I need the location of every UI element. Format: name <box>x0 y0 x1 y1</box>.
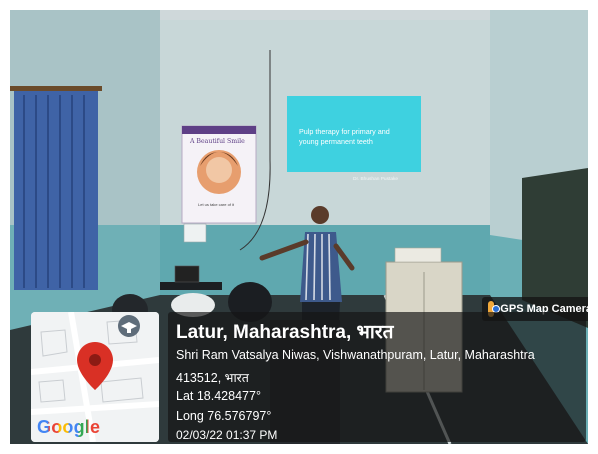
slide-author: Dr. Bhushan Pustake <box>353 176 398 182</box>
cabinet-top-box <box>394 247 442 263</box>
address-line-2: 413512, भारत <box>176 371 249 385</box>
datetime: 02/03/22 01:37 PM <box>176 428 278 442</box>
laptop <box>174 265 200 283</box>
poster-header: A Beautiful Smile <box>189 138 245 145</box>
switch-board <box>183 223 207 243</box>
address-line-1: Shri Ram Vatsalya Niwas, Vishwanathpuram… <box>176 348 535 362</box>
poster-header-band <box>182 126 256 134</box>
poster-caption: Let us take care of it <box>198 202 235 207</box>
graduation-cap-icon <box>118 315 140 337</box>
google-logo: Google <box>37 417 100 438</box>
latitude: Lat 18.428477° <box>176 389 261 403</box>
curtain <box>14 90 98 290</box>
curtain-rod <box>10 86 102 91</box>
longitude: Long 76.576797° <box>176 409 272 423</box>
geotagged-photo: Pulp therapy for primary and young perma… <box>10 10 588 444</box>
poster-face <box>206 157 232 183</box>
photo-frame: Pulp therapy for primary and young perma… <box>0 0 598 454</box>
google-logo-text: Google <box>37 417 101 437</box>
location-title: Latur, Maharashtra, भारत <box>176 322 394 343</box>
slide-title-line2: young permanent teeth <box>299 137 373 146</box>
desk <box>160 282 222 290</box>
location-info-panel: Latur, Maharashtra, भारत Shri Ram Vatsal… <box>168 312 586 442</box>
slide-title-line1: Pulp therapy for primary and <box>299 127 390 136</box>
map-thumbnail: Google <box>31 312 159 442</box>
